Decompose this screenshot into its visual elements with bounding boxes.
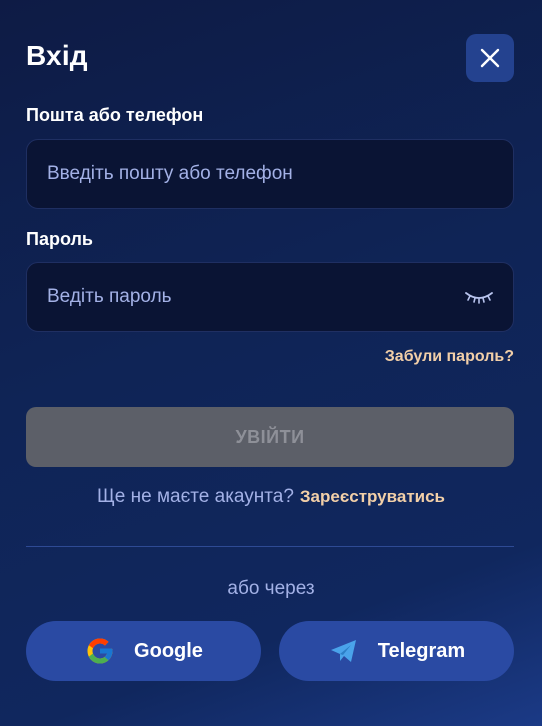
google-icon: [84, 635, 116, 667]
register-row: Ще не маєте акаунта? Зареєструватись: [0, 486, 542, 508]
password-label: Пароль: [26, 229, 93, 249]
modal-title: Вхід: [26, 40, 88, 71]
register-prompt: Ще не маєте акаунта?: [96, 486, 294, 507]
forgot-password-link[interactable]: Забули пароль?: [385, 348, 514, 366]
close-button[interactable]: [466, 34, 514, 82]
login-input[interactable]: [45, 162, 495, 186]
telegram-label: Telegram: [377, 639, 466, 662]
divider: [26, 546, 514, 547]
eye-closed-icon[interactable]: [463, 287, 495, 307]
telegram-login-button[interactable]: Telegram: [279, 621, 514, 681]
google-label: Google: [134, 639, 203, 662]
login-field-wrapper: [26, 139, 514, 209]
google-login-button[interactable]: Google: [26, 621, 261, 681]
password-input[interactable]: [45, 285, 463, 309]
or-label: або через: [227, 578, 315, 599]
login-submit-button[interactable]: УВІЙТИ: [26, 407, 514, 467]
telegram-icon: [328, 635, 360, 667]
login-label: Пошта або телефон: [26, 105, 204, 125]
register-link[interactable]: Зареєструватись: [300, 487, 445, 506]
close-icon: [480, 48, 500, 68]
login-modal: Вхід Пошта або телефон Пароль Забули пар…: [0, 0, 542, 726]
password-field-wrapper: [26, 262, 514, 332]
